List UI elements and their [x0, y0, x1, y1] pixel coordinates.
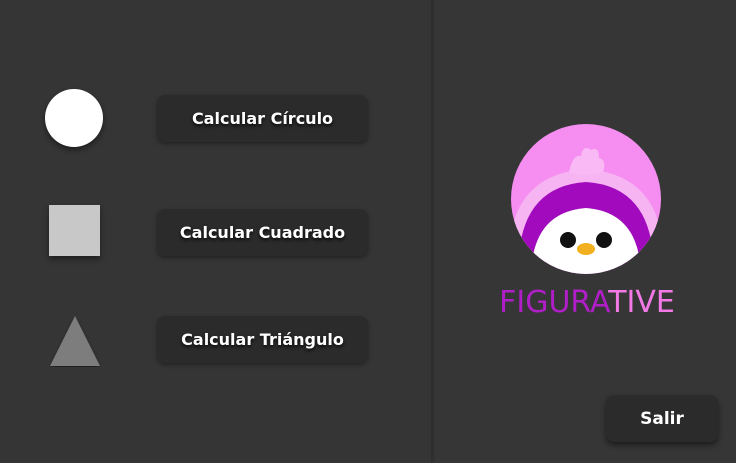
calculate-triangle-button[interactable]: Calcular Triángulo [157, 316, 368, 363]
logo-text-part-a: FIGURA [499, 285, 609, 320]
circle-shape-icon [45, 89, 103, 147]
app-logo-text: FIGURATIVE [440, 283, 734, 323]
calculate-circle-button[interactable]: Calcular Círculo [157, 95, 368, 142]
calculate-square-button[interactable]: Calcular Cuadrado [157, 209, 368, 256]
exit-button[interactable]: Salir [606, 395, 718, 442]
penguin-icon [511, 124, 661, 274]
logo-text-part-b: TIVE [608, 285, 675, 320]
left-panel: Calcular Círculo Calcular Cuadrado Calcu… [0, 0, 432, 463]
triangle-shape-icon [50, 316, 100, 366]
square-shape-icon [49, 205, 100, 256]
app-window: Calcular Círculo Calcular Cuadrado Calcu… [0, 0, 736, 463]
